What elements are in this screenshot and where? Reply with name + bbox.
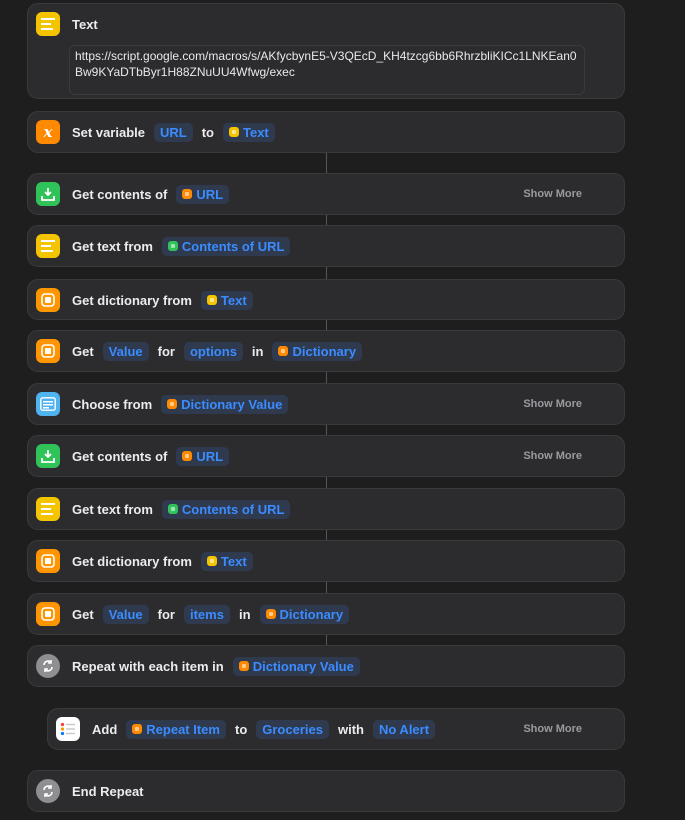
- variable-mini-icon: [182, 189, 193, 199]
- connector-line: [326, 635, 327, 645]
- action-label: Add: [92, 721, 118, 737]
- text-mini-icon: [229, 127, 239, 137]
- variable-mini-icon: [182, 451, 193, 461]
- action-label: Get contents of: [72, 186, 168, 202]
- variable-mini-icon: [132, 724, 143, 734]
- get-contents-card[interactable]: Get contents of URL Show More: [27, 173, 625, 215]
- contents-of-url-token[interactable]: Contents of URL: [161, 236, 291, 256]
- dictionary-token[interactable]: Dictionary: [259, 604, 350, 624]
- get-value-card[interactable]: Get Value for items in Dictionary: [27, 593, 625, 635]
- to-label: to: [234, 721, 248, 737]
- dictionary-mini-icon: [167, 399, 178, 409]
- text-token[interactable]: Text: [200, 290, 253, 310]
- key-token[interactable]: options: [183, 341, 243, 361]
- key-token[interactable]: items: [183, 604, 230, 624]
- url-token[interactable]: URL: [176, 446, 230, 466]
- url-token[interactable]: URL: [176, 184, 230, 204]
- end-repeat-card[interactable]: End Repeat: [27, 770, 625, 812]
- action-label: Get dictionary from: [72, 553, 192, 569]
- with-label: with: [337, 721, 364, 737]
- connector-line: [326, 267, 327, 279]
- add-reminder-card[interactable]: Add Repeat Item to Groceries with No Ale…: [47, 708, 625, 750]
- connector-line: [326, 530, 327, 540]
- action-label: Get dictionary from: [72, 292, 192, 308]
- repeat-item-token[interactable]: Repeat Item: [126, 719, 226, 739]
- get-text-card[interactable]: Get text from Contents of URL: [27, 225, 625, 267]
- dictionary-icon: [36, 549, 60, 573]
- connector-line: [326, 425, 327, 435]
- variable-name-token[interactable]: URL: [154, 122, 193, 142]
- menu-icon: [36, 392, 60, 416]
- text-value-field[interactable]: https://script.google.com/macros/s/AKfyc…: [69, 45, 585, 95]
- text-icon: [36, 234, 60, 258]
- repeat-icon: [36, 654, 60, 678]
- download-icon: [36, 444, 60, 468]
- get-dictionary-card[interactable]: Get dictionary from Text: [27, 540, 625, 582]
- action-label: Set variable: [72, 124, 145, 140]
- download-mini-icon: [167, 241, 178, 251]
- reminders-icon: [56, 717, 80, 741]
- alert-token[interactable]: No Alert: [372, 719, 436, 739]
- text-action-card[interactable]: Text https://script.google.com/macros/s/…: [27, 3, 625, 99]
- for-label: for: [157, 343, 175, 359]
- show-more-button[interactable]: Show More: [523, 436, 582, 476]
- download-mini-icon: [167, 504, 178, 514]
- list-token[interactable]: Groceries: [256, 719, 329, 739]
- in-label: in: [251, 343, 264, 359]
- text-token[interactable]: Text: [200, 551, 253, 571]
- connector-line: [326, 215, 327, 225]
- dictionary-value-token[interactable]: Dictionary Value: [232, 656, 360, 676]
- get-text-card[interactable]: Get text from Contents of URL: [27, 488, 625, 530]
- get-contents-card[interactable]: Get contents of URL Show More: [27, 435, 625, 477]
- dictionary-mini-icon: [238, 661, 249, 671]
- connector-line: [326, 153, 327, 173]
- contents-of-url-token[interactable]: Contents of URL: [161, 499, 291, 519]
- action-title: Text: [72, 16, 98, 32]
- dictionary-mini-icon: [265, 609, 276, 619]
- text-mini-icon: [206, 556, 217, 566]
- for-label: for: [157, 606, 175, 622]
- repeat-icon: [36, 779, 60, 803]
- text-icon: [36, 12, 60, 36]
- value-token[interactable]: Value: [102, 604, 149, 624]
- action-label: Get contents of: [72, 448, 168, 464]
- get-dictionary-card[interactable]: Get dictionary from Text: [27, 279, 625, 320]
- variable-icon: x: [36, 120, 60, 144]
- repeat-card[interactable]: Repeat with each item in Dictionary Valu…: [27, 645, 625, 687]
- action-label: Choose from: [72, 396, 153, 412]
- get-value-card[interactable]: Get Value for options in Dictionary: [27, 330, 625, 372]
- text-mini-icon: [206, 295, 217, 305]
- show-more-button[interactable]: Show More: [523, 174, 582, 214]
- set-variable-card[interactable]: x Set variable URL to Text: [27, 111, 625, 153]
- action-label: Get: [72, 343, 94, 359]
- action-label: Get text from: [72, 238, 153, 254]
- action-label: End Repeat: [72, 783, 144, 799]
- connector-line: [326, 320, 327, 330]
- connector-line: [326, 372, 327, 383]
- value-token[interactable]: Value: [102, 341, 149, 361]
- connector-line: [326, 477, 327, 488]
- dictionary-mini-icon: [278, 346, 289, 356]
- text-icon: [36, 497, 60, 521]
- text-token[interactable]: Text: [223, 122, 275, 142]
- show-more-button[interactable]: Show More: [523, 709, 582, 749]
- action-label: Repeat with each item in: [72, 658, 224, 674]
- in-label: in: [238, 606, 251, 622]
- choose-from-card[interactable]: Choose from Dictionary Value Show More: [27, 383, 625, 425]
- dictionary-icon: [36, 339, 60, 363]
- dictionary-icon: [36, 602, 60, 626]
- to-label: to: [201, 124, 214, 140]
- action-label: Get: [72, 606, 94, 622]
- connector-line: [326, 582, 327, 593]
- action-label: Get text from: [72, 501, 153, 517]
- dictionary-icon: [36, 288, 60, 312]
- show-more-button[interactable]: Show More: [523, 384, 582, 424]
- dictionary-value-token[interactable]: Dictionary Value: [161, 394, 289, 414]
- download-icon: [36, 182, 60, 206]
- dictionary-token[interactable]: Dictionary: [272, 341, 363, 361]
